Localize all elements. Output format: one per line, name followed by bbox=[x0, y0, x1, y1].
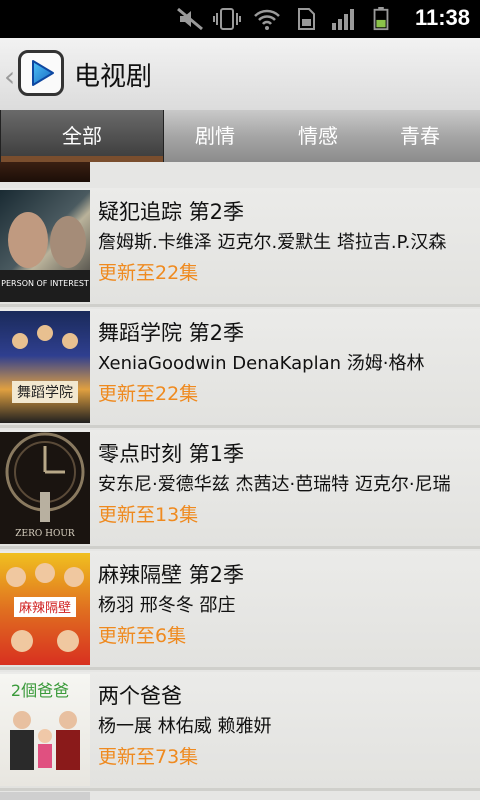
vibrate-icon bbox=[213, 8, 241, 30]
item-update-status: 更新至22集 bbox=[98, 383, 199, 405]
item-title: 两个爸爸 bbox=[98, 684, 182, 708]
poster-image: 2個爸爸 bbox=[0, 674, 90, 786]
poster-partial bbox=[0, 162, 90, 182]
page-title: 电视剧 bbox=[74, 62, 153, 92]
mute-icon bbox=[177, 7, 203, 31]
tab-label: 剧情 bbox=[195, 124, 235, 148]
play-icon[interactable] bbox=[18, 50, 64, 96]
list-item[interactable]: 麻辣隔壁 麻辣隔壁 第2季 杨羽 邢冬冬 邵庄 更新至6集 bbox=[0, 551, 480, 670]
chevron-left-icon[interactable]: ‹ bbox=[4, 60, 15, 93]
drama-list[interactable]: PERSON OF INTEREST 疑犯追踪 第2季 詹姆斯.卡维泽 迈克尔.… bbox=[0, 162, 480, 800]
list-item[interactable]: 舞蹈学院 舞蹈学院 第2季 XeniaGoodwin DenaKaplan 汤姆… bbox=[0, 309, 480, 428]
tab-youth[interactable]: 青春 bbox=[369, 110, 471, 162]
list-item[interactable]: ZERO HOUR 零点时刻 第1季 安东尼·爱德华兹 杰茜达·芭瑞特 迈克尔·… bbox=[0, 430, 480, 549]
signal-icon bbox=[332, 9, 354, 30]
tab-drama[interactable]: 剧情 bbox=[163, 110, 267, 162]
poster-image: PERSON OF INTEREST bbox=[0, 190, 90, 302]
tab-all[interactable]: 全部 bbox=[0, 110, 164, 162]
item-cast: 詹姆斯.卡维泽 迈克尔.爱默生 塔拉吉.P.汉森 bbox=[98, 232, 447, 253]
title-bar: ‹ 电视剧 bbox=[0, 38, 480, 111]
wifi-icon bbox=[254, 9, 280, 30]
item-title: 舞蹈学院 第2季 bbox=[98, 321, 245, 345]
sim-icon bbox=[298, 8, 315, 30]
tab-label: 青春 bbox=[400, 124, 440, 148]
item-update-status: 更新至73集 bbox=[98, 746, 199, 768]
item-update-status: 更新至13集 bbox=[98, 504, 199, 526]
poster-partial bbox=[0, 792, 90, 800]
poster-image: ZERO HOUR bbox=[0, 432, 90, 544]
list-item[interactable]: 2個爸爸 两个爸爸 杨一展 林佑威 赖雅妍 更新至73集 bbox=[0, 672, 480, 791]
item-cast: 安东尼·爱德华兹 杰茜达·芭瑞特 迈克尔·尼瑞 bbox=[98, 474, 451, 495]
item-update-status: 更新至6集 bbox=[98, 625, 187, 647]
tab-romance[interactable]: 情感 bbox=[267, 110, 369, 162]
tab-label: 情感 bbox=[298, 124, 338, 148]
item-title: 麻辣隔壁 第2季 bbox=[98, 563, 245, 587]
poster-caption: PERSON OF INTEREST bbox=[1, 279, 89, 288]
poster-caption: 舞蹈学院 bbox=[17, 385, 73, 401]
item-title: 零点时刻 第1季 bbox=[98, 442, 245, 466]
category-tab-bar: 全部 剧情 情感 青春 bbox=[0, 110, 480, 162]
item-title: 疑犯追踪 第2季 bbox=[98, 200, 245, 224]
clock: 11:38 bbox=[414, 5, 470, 30]
poster-caption: 麻辣隔壁 bbox=[19, 601, 71, 616]
tab-label: 全部 bbox=[62, 124, 102, 148]
item-cast: XeniaGoodwin DenaKaplan 汤姆·格林 bbox=[98, 353, 425, 374]
item-update-status: 更新至22集 bbox=[98, 262, 199, 284]
list-item[interactable]: PERSON OF INTEREST 疑犯追踪 第2季 詹姆斯.卡维泽 迈克尔.… bbox=[0, 188, 480, 307]
battery-icon bbox=[373, 7, 389, 31]
poster-image: 舞蹈学院 bbox=[0, 311, 90, 423]
status-bar: 11:38 bbox=[0, 0, 480, 38]
poster-caption: 2個爸爸 bbox=[11, 681, 69, 700]
item-cast: 杨羽 邢冬冬 邵庄 bbox=[98, 595, 236, 616]
poster-caption: ZERO HOUR bbox=[15, 529, 75, 539]
item-cast: 杨一展 林佑威 赖雅妍 bbox=[98, 716, 272, 737]
poster-image: 麻辣隔壁 bbox=[0, 553, 90, 665]
